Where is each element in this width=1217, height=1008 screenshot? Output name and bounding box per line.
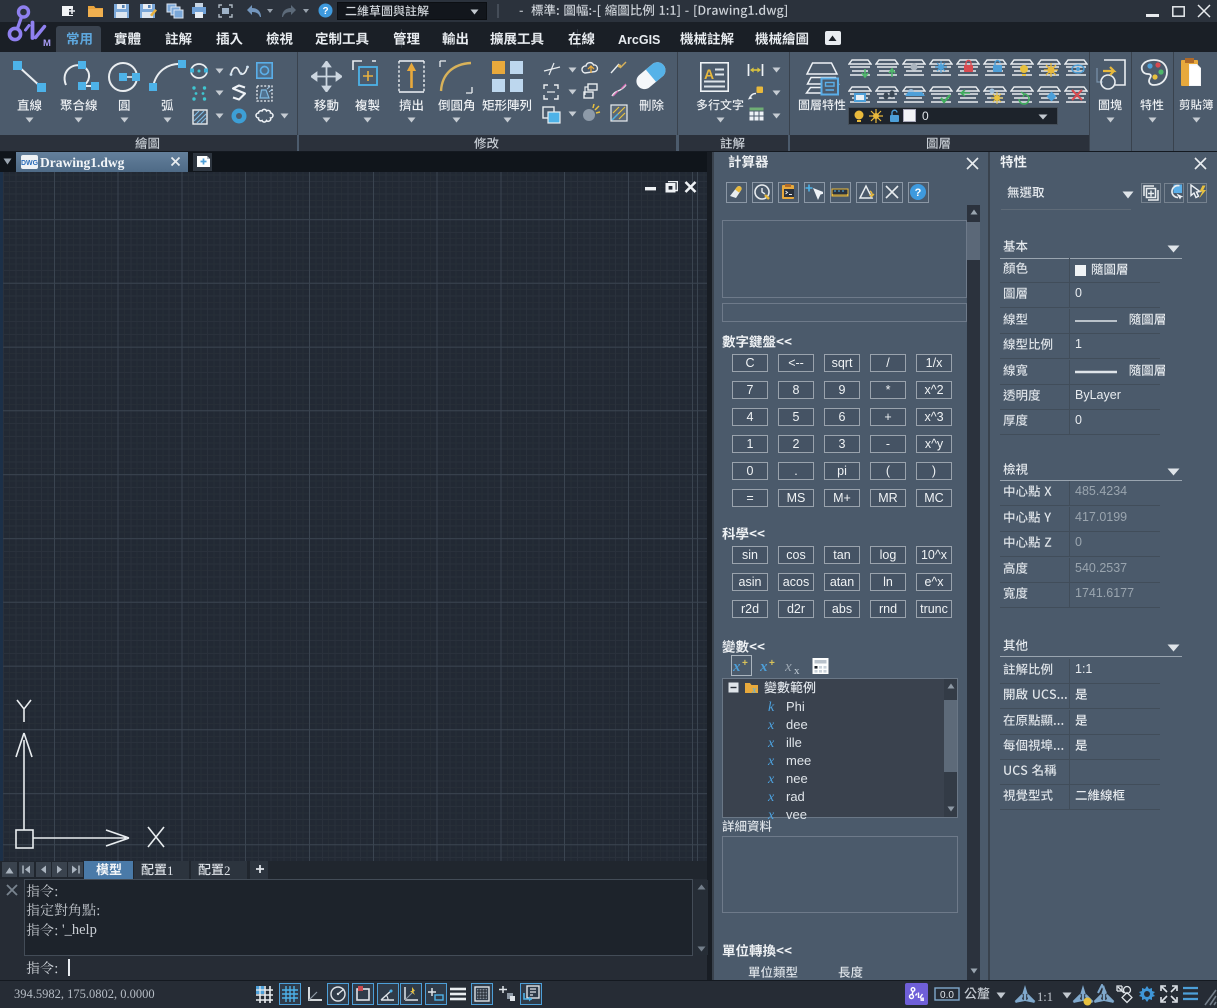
svg-text:x: x [733, 659, 741, 675]
svg-text:x: x [760, 659, 768, 675]
svg-text:+: + [769, 658, 775, 669]
svg-text:+: + [742, 658, 748, 669]
svg-text:A: A [704, 66, 714, 82]
svg-text:x: x [794, 665, 800, 675]
svg-text:x: x [751, 685, 757, 694]
svg-text:x: x [785, 659, 792, 675]
svg-text:M: M [43, 38, 51, 49]
svg-text:?: ? [915, 187, 922, 199]
svg-text:?: ? [322, 6, 328, 17]
svg-text:0.0: 0.0 [940, 990, 954, 1001]
svg-text:DWG: DWG [21, 160, 38, 167]
